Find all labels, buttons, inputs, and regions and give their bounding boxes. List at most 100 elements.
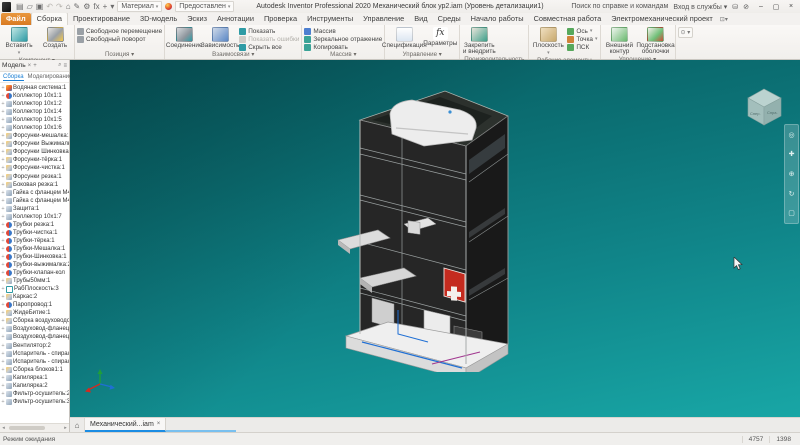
outer-contour-button[interactable]: Внешний контур <box>603 26 637 56</box>
expand-icon[interactable]: + <box>1 109 5 115</box>
scrollbar-thumb[interactable] <box>9 426 45 430</box>
group-label-manage[interactable]: Управление ▾ <box>387 51 457 59</box>
home-tab-icon[interactable]: ⌂ <box>70 418 85 432</box>
ribbon-tab[interactable]: Вид <box>409 13 432 25</box>
shell-substitute-button[interactable]: Подстановка оболочки <box>639 26 673 56</box>
work-axis-button[interactable]: Ось▾ <box>567 28 597 35</box>
copy-button[interactable]: Копировать <box>304 44 382 51</box>
expand-icon[interactable]: + <box>1 182 5 188</box>
tree-item[interactable]: + Трубы50мм:1 <box>1 277 69 285</box>
tree-item[interactable]: + Капилярка:1 <box>1 374 69 382</box>
qat-icon[interactable]: ▱ <box>27 2 33 12</box>
show-relationships-button[interactable]: Показать <box>239 28 299 35</box>
browser-close-icon[interactable]: × <box>28 63 32 69</box>
expand-icon[interactable]: + <box>1 214 5 220</box>
tree-item[interactable]: + Коллектор 10х1:2 <box>1 100 69 108</box>
tree-item[interactable]: + Форсунки Выжималка:1 <box>1 140 69 148</box>
inventor-app-icon[interactable] <box>2 2 11 12</box>
tree-item[interactable]: + Капилярка:2 <box>1 382 69 390</box>
create-component-button[interactable]: Создать <box>38 26 72 49</box>
tree-item[interactable]: + Боковая резка:1 <box>1 181 69 189</box>
expand-icon[interactable]: + <box>1 165 5 171</box>
expand-icon[interactable]: + <box>1 359 5 365</box>
bom-button[interactable]: Спецификация <box>387 26 421 49</box>
assembly-3d-model[interactable] <box>332 82 512 372</box>
appearance-dropdown[interactable]: Предоставлен▾ <box>175 1 234 12</box>
tree-item[interactable]: + Воздуховод-фланец:1 <box>1 333 69 341</box>
tree-item[interactable]: + Трубки-тёрка:1 <box>1 237 69 245</box>
tree-item[interactable]: + Форсунки-мешалка:1 <box>1 132 69 140</box>
tree-item[interactable]: + Защита:1 <box>1 205 69 213</box>
parameters-button[interactable]: fx Параметры <box>423 26 457 47</box>
expand-icon[interactable]: + <box>1 294 5 300</box>
insert-component-button[interactable]: Вставить▾ <box>2 26 36 57</box>
expand-icon[interactable]: + <box>1 343 5 349</box>
browser-subtab[interactable]: Сборка <box>3 74 24 81</box>
expand-icon[interactable]: + <box>1 246 5 252</box>
ribbon-tab[interactable]: Инструменты <box>302 13 358 25</box>
free-move-button[interactable]: Свободное перемещение <box>77 28 162 35</box>
hamburger-icon[interactable]: ≡ <box>63 63 67 69</box>
scroll-left-icon[interactable]: ◂ <box>0 425 7 431</box>
ribbon-tab[interactable]: 3D-модель <box>135 13 182 25</box>
tree-item[interactable]: + Трубки-выжималка:2 <box>1 261 69 269</box>
qat-icon[interactable]: fx <box>93 2 99 12</box>
ribbon-tab[interactable]: Сборка <box>31 12 68 25</box>
tree-item[interactable]: + Коллектор 10х1:4 <box>1 108 69 116</box>
ribbon-tab[interactable]: Среды <box>433 13 466 25</box>
expand-icon[interactable]: + <box>1 367 5 373</box>
expand-icon[interactable]: + <box>1 206 5 212</box>
tree-item[interactable]: + Каркас:2 <box>1 293 69 301</box>
ribbon-tab[interactable]: Совместная работа <box>529 13 607 25</box>
tree-item[interactable]: + Испаритель - спираль:1 <box>1 350 69 358</box>
expand-icon[interactable]: + <box>1 85 5 91</box>
expand-icon[interactable]: + <box>1 334 5 340</box>
expand-icon[interactable]: + <box>1 149 5 155</box>
expand-icon[interactable]: + <box>1 383 5 389</box>
group-label-position[interactable]: Позиция ▾ <box>77 51 162 59</box>
tree-item[interactable]: + Форсунки-тёрка:1 <box>1 156 69 164</box>
app-store-icon[interactable]: ⛁ <box>732 3 738 11</box>
tree-item[interactable]: + Коллектор 10х1:1 <box>1 92 69 100</box>
restore-button[interactable]: ▢ <box>769 1 783 12</box>
help-search-box[interactable]: Поиск по справке и командам <box>571 3 668 10</box>
close-button[interactable]: × <box>784 1 798 12</box>
constrain-button[interactable]: Зависимость <box>203 26 237 49</box>
graphics-viewport[interactable]: Спер. Спра. ◎✚⊕↻▢ ⌂ Механический...iam × <box>70 60 800 432</box>
nav-icon[interactable]: ✚ <box>789 150 795 158</box>
scroll-right-icon[interactable]: ▸ <box>62 425 69 431</box>
qat-icon[interactable]: + <box>103 2 108 12</box>
search-icon[interactable]: ⌕ <box>58 62 61 69</box>
tree-item[interactable]: + ЖидеБитие:1 <box>1 309 69 317</box>
expand-icon[interactable]: + <box>1 141 5 147</box>
joint-button[interactable]: Соединение <box>167 26 201 49</box>
expand-icon[interactable]: + <box>1 278 5 284</box>
work-plane-button[interactable]: Плоскость▾ <box>531 26 565 57</box>
nav-icon[interactable]: ↻ <box>789 190 795 198</box>
expand-icon[interactable]: + <box>1 238 5 244</box>
qat-icon[interactable]: ✎ <box>74 2 81 12</box>
tree-item[interactable]: + Трубки резка:1 <box>1 221 69 229</box>
free-rotate-button[interactable]: Свободный поворот <box>77 36 162 43</box>
tree-item[interactable]: + Фильтр-осушитель:3 <box>1 398 69 406</box>
expand-icon[interactable]: + <box>1 125 5 131</box>
browser-add-tab-icon[interactable]: + <box>33 63 37 69</box>
ribbon-tab[interactable]: Управление <box>358 13 409 25</box>
ribbon-tab[interactable]: Файл <box>1 13 31 25</box>
expand-icon[interactable]: + <box>1 222 5 228</box>
expand-icon[interactable]: + <box>1 310 5 316</box>
expand-icon[interactable]: + <box>1 117 5 123</box>
tree-item[interactable]: + РабПлоскость:3 <box>1 285 69 293</box>
nav-icon[interactable]: ◎ <box>788 131 794 139</box>
material-dropdown[interactable]: Материал▾ <box>117 1 162 12</box>
document-tab-close-icon[interactable]: × <box>157 421 161 427</box>
document-tab[interactable]: Механический...iam × <box>85 418 166 432</box>
hide-all-button[interactable]: Скрыть все <box>239 44 299 51</box>
qat-icon[interactable]: ▾ <box>110 2 114 12</box>
expand-icon[interactable]: + <box>1 399 5 405</box>
qat-icon[interactable]: ▣ <box>36 2 44 12</box>
tree-item[interactable]: + Трубки-Шинковка:1 <box>1 253 69 261</box>
tree-item[interactable]: + Коллектор 10х1:5 <box>1 116 69 124</box>
tree-item[interactable]: + Водяная система:1 <box>1 84 69 92</box>
expand-icon[interactable]: + <box>1 93 5 99</box>
